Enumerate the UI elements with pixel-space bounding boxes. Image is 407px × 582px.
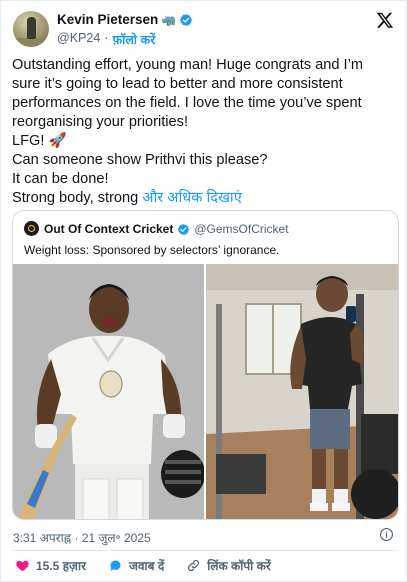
- rhino-emoji: 🦏: [161, 12, 177, 27]
- reply-button[interactable]: जवाब दें: [108, 557, 164, 574]
- follow-button[interactable]: फ़ॉलो करें: [112, 31, 155, 48]
- photo-cricketer[interactable]: [13, 264, 204, 519]
- author-handle[interactable]: @KP24: [57, 31, 100, 48]
- like-button[interactable]: 15.5 हज़ार: [15, 557, 86, 574]
- quoted-author-handle[interactable]: @GemsOfCricket: [194, 222, 288, 236]
- reply-label: जवाब दें: [128, 559, 165, 573]
- tweet-line: LFG! 🚀: [12, 133, 67, 149]
- gym-selfie-illustration: [206, 264, 398, 519]
- copy-link-button[interactable]: लिंक कॉपी करें: [186, 557, 271, 574]
- tweet-line-last: Strong body, strong और अधिक दिखाएं: [12, 189, 397, 208]
- verified-badge-icon: [180, 13, 193, 26]
- author-name-row[interactable]: Kevin Pietersen 🦏: [57, 12, 193, 27]
- like-count: 15.5 हज़ार: [36, 559, 86, 573]
- tweet-line: reorganising your priorities!: [12, 114, 189, 130]
- tweet-line: performances on the field. I love the ti…: [12, 95, 362, 111]
- author-avatar[interactable]: [13, 11, 49, 47]
- quoted-text: Weight loss: Sponsored by selectors’ ign…: [24, 243, 280, 257]
- tweet-line: Can someone show Prithvi this please?: [12, 152, 268, 168]
- timestamp[interactable]: 3:31 अपराह्न · 21 जुल॰ 2025: [13, 529, 151, 546]
- footer-divider: [12, 550, 397, 551]
- heart-icon: [16, 560, 29, 572]
- tweet-line-text: Strong body, strong: [12, 190, 143, 206]
- quoted-avatar[interactable]: [24, 221, 39, 236]
- tweet-line: It can be done!: [12, 171, 109, 187]
- show-more-link[interactable]: और अधिक दिखाएं: [142, 190, 241, 206]
- author-name[interactable]: Kevin Pietersen: [57, 12, 158, 27]
- copy-link-label: लिंक कॉपी करें: [207, 559, 271, 573]
- tweet-text: Outstanding effort, young man! Huge cong…: [12, 56, 397, 208]
- separator-dot: ·: [104, 31, 109, 45]
- tweet-line: sure it’s going to lead to better and mo…: [12, 76, 343, 92]
- quoted-author-name[interactable]: Out Of Context Cricket: [44, 222, 173, 236]
- x-logo-icon[interactable]: [376, 11, 394, 29]
- quoted-header: Out Of Context Cricket @GemsOfCricket: [44, 222, 289, 236]
- cricketer-illustration: [13, 264, 204, 519]
- verified-badge-icon: [178, 223, 190, 235]
- reply-bubble-icon: [110, 560, 121, 571]
- quoted-tweet[interactable]: Out Of Context Cricket @GemsOfCricket We…: [12, 210, 399, 520]
- author-handle-row: @KP24 · फ़ॉलो करें: [57, 31, 155, 48]
- photo-gym-selfie[interactable]: [206, 264, 398, 519]
- tweet-line: Outstanding effort, young man! Huge cong…: [12, 57, 363, 73]
- tweet-card: Kevin Pietersen 🦏 @KP24 · फ़ॉलो करें Out…: [0, 0, 407, 582]
- info-icon[interactable]: [379, 527, 394, 542]
- link-icon: [188, 559, 200, 572]
- quoted-media[interactable]: [13, 264, 398, 519]
- action-bar: 15.5 हज़ार जवाब दें लिंक कॉपी करें: [15, 557, 293, 574]
